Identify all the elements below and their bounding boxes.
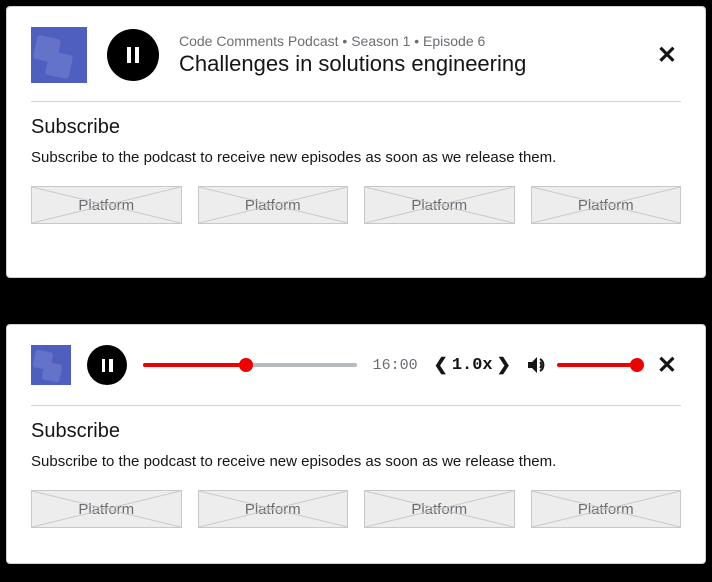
platform-button[interactable]: Platform xyxy=(198,186,349,224)
subscribe-text: Subscribe to the podcast to receive new … xyxy=(31,453,681,470)
pause-button[interactable] xyxy=(87,345,127,385)
episode-thumbnail xyxy=(31,345,71,385)
progress-fill xyxy=(143,363,246,367)
platform-button[interactable]: Platform xyxy=(364,186,515,224)
progress-slider[interactable] xyxy=(143,358,357,372)
volume-track xyxy=(557,363,637,367)
episode-title: Challenges in solutions engineering xyxy=(179,51,633,77)
speed-control: ❮ 1.0x ❯ xyxy=(434,355,511,376)
divider xyxy=(31,101,681,102)
platform-button[interactable]: Platform xyxy=(31,186,182,224)
platform-row: Platform Platform Platform Platform xyxy=(31,186,681,224)
volume-icon xyxy=(527,355,549,375)
title-block: Code Comments Podcast • Season 1 • Episo… xyxy=(179,33,633,77)
pause-icon xyxy=(127,47,139,63)
podcast-card-compact: 16:00 ❮ 1.0x ❯ ✕ xyxy=(6,324,706,564)
episode-thumbnail xyxy=(31,27,87,83)
platform-button[interactable]: Platform xyxy=(531,186,682,224)
progress-knob xyxy=(239,358,253,372)
pause-button[interactable] xyxy=(107,29,159,81)
divider xyxy=(31,405,681,406)
close-icon: ✕ xyxy=(657,352,677,379)
podcast-card-expanded: Code Comments Podcast • Season 1 • Episo… xyxy=(6,6,706,278)
subscribe-text: Subscribe to the podcast to receive new … xyxy=(31,149,681,166)
subscribe-heading: Subscribe xyxy=(31,116,681,139)
pause-icon xyxy=(102,359,113,372)
chevron-left-icon: ❮ xyxy=(434,357,448,376)
speed-down-button[interactable]: ❮ xyxy=(434,355,448,376)
platform-button[interactable]: Platform xyxy=(198,490,349,528)
speed-value: 1.0x xyxy=(452,356,493,375)
close-button[interactable]: ✕ xyxy=(653,37,681,74)
time-display: 16:00 xyxy=(373,357,418,374)
platform-button[interactable]: Platform xyxy=(531,490,682,528)
volume-group xyxy=(527,355,637,375)
close-icon: ✕ xyxy=(657,42,677,69)
platform-row: Platform Platform Platform Platform xyxy=(31,490,681,528)
close-button[interactable]: ✕ xyxy=(653,347,681,384)
platform-button[interactable]: Platform xyxy=(31,490,182,528)
platform-button[interactable]: Platform xyxy=(364,490,515,528)
volume-slider[interactable] xyxy=(557,358,637,372)
volume-knob xyxy=(630,358,644,372)
volume-button[interactable] xyxy=(527,355,549,375)
player-controls: 16:00 ❮ 1.0x ❯ ✕ xyxy=(31,345,681,385)
chevron-right-icon: ❯ xyxy=(497,357,511,376)
episode-meta: Code Comments Podcast • Season 1 • Episo… xyxy=(179,33,633,49)
subscribe-heading: Subscribe xyxy=(31,420,681,443)
header-row: Code Comments Podcast • Season 1 • Episo… xyxy=(31,27,681,83)
speed-up-button[interactable]: ❯ xyxy=(497,355,511,376)
